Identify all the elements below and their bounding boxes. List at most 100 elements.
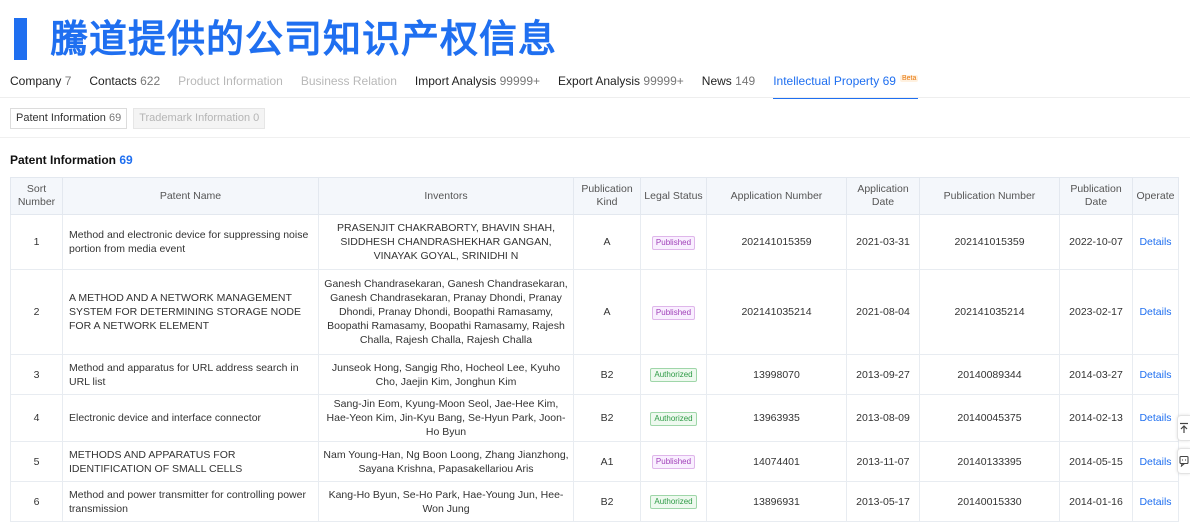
publication-number-cell: 20140089344	[919, 354, 1060, 395]
inventors-cell: Nam Young-Han, Ng Boon Loong, Zhang Jian…	[318, 441, 574, 482]
legal-status-cell: Authorized	[640, 354, 707, 395]
tab-news[interactable]: News 149	[702, 70, 755, 97]
publication-date-cell: 2014-02-13	[1059, 394, 1133, 442]
publication-date-cell: 2014-03-27	[1059, 354, 1133, 395]
details-link[interactable]: Details	[1139, 236, 1171, 248]
legal-status-cell: Authorized	[640, 481, 707, 522]
patent-name-cell: Electronic device and interface connecto…	[62, 394, 319, 442]
inventors-cell: Kang-Ho Byun, Se-Ho Park, Hae-Young Jun,…	[318, 481, 574, 522]
publication-kind-cell: B2	[573, 354, 641, 395]
application-number-cell: 202141035214	[706, 269, 847, 355]
publication-kind-cell: B2	[573, 394, 641, 442]
table-row: 2 A METHOD AND A NETWORK MANAGEMENT SYST…	[10, 269, 1179, 355]
tab-business-relation[interactable]: Business Relation	[301, 70, 397, 97]
inventors-cell: Ganesh Chandrasekaran, Ganesh Chandrasek…	[318, 269, 574, 355]
inventors-cell: PRASENJIT CHAKRABORTY, BHAVIN SHAH, SIDD…	[318, 214, 574, 270]
patent-name-cell: Method and power transmitter for control…	[62, 481, 319, 522]
publication-number-cell: 202141015359	[919, 214, 1060, 270]
details-link[interactable]: Details	[1139, 306, 1171, 318]
publication-date-cell: 2023-02-17	[1059, 269, 1133, 355]
publication-date-cell: 2014-01-16	[1059, 481, 1133, 522]
section-count: 69	[119, 153, 133, 167]
column-header-patent-name: Patent Name	[62, 177, 319, 215]
sort-number-cell: 5	[10, 441, 63, 482]
beta-badge: Beta	[899, 75, 919, 82]
status-badge: Published	[651, 455, 696, 469]
sort-number-cell: 6	[10, 481, 63, 522]
back-to-top-button[interactable]	[1177, 415, 1190, 441]
tab-count: 69	[882, 74, 896, 88]
application-date-cell: 2013-09-27	[846, 354, 920, 395]
tab-count: 7	[64, 74, 72, 88]
patent-name-cell: METHODS AND APPARATUS FOR IDENTIFICATION…	[62, 441, 319, 482]
publication-number-cell: 20140015330	[919, 481, 1060, 522]
tab-count: 149	[735, 74, 756, 88]
operate-cell: Details	[1132, 354, 1179, 395]
tab-export-analysis[interactable]: Export Analysis 99999+	[558, 70, 684, 97]
column-header-operate: Operate	[1132, 177, 1179, 215]
application-date-cell: 2021-03-31	[846, 214, 920, 270]
operate-cell: Details	[1132, 269, 1179, 355]
application-number-cell: 13896931	[706, 481, 847, 522]
column-header-sort-number: Sort Number	[10, 177, 63, 215]
operate-cell: Details	[1132, 214, 1179, 270]
tab-contacts[interactable]: Contacts 622	[89, 70, 160, 97]
back-to-top-icon	[1180, 422, 1188, 433]
column-header-legal-status: Legal Status	[640, 177, 707, 215]
publication-kind-cell: A	[573, 214, 641, 270]
column-header-application-date: Application Date	[846, 177, 920, 215]
operate-cell: Details	[1132, 441, 1179, 482]
details-link[interactable]: Details	[1139, 369, 1171, 381]
status-badge: Authorized	[650, 411, 697, 426]
tab-company[interactable]: Company 7	[10, 70, 71, 97]
table-row: 4 Electronic device and interface connec…	[10, 394, 1179, 442]
tabs-divider	[0, 97, 1190, 98]
details-link[interactable]: Details	[1139, 496, 1171, 508]
tab-product-information[interactable]: Product Information	[178, 70, 283, 97]
tab-import-analysis[interactable]: Import Analysis 99999+	[415, 70, 540, 97]
sort-number-cell: 2	[10, 269, 63, 355]
sub-tabs: Patent Information 69 Trademark Informat…	[10, 108, 271, 129]
publication-number-cell: 20140133395	[919, 441, 1060, 482]
operate-cell: Details	[1132, 481, 1179, 522]
publication-kind-cell: A1	[573, 441, 641, 482]
publication-date-cell: 2014-05-15	[1059, 441, 1133, 482]
subtab-patent-information[interactable]: Patent Information 69	[10, 108, 128, 129]
subtab-trademark-information[interactable]: Trademark Information 0	[133, 108, 266, 129]
tab-count: 622	[140, 74, 161, 88]
table-row: 3 Method and apparatus for URL address s…	[10, 354, 1179, 395]
application-date-cell: 2013-05-17	[846, 481, 920, 522]
inventors-cell: Sang-Jin Eom, Kyung-Moon Seol, Jae-Hee K…	[318, 394, 574, 442]
main-tabs: Company 7 Contacts 622 Product Informati…	[10, 70, 1190, 99]
inventors-cell: Junseok Hong, Sangig Rho, Hocheol Lee, K…	[318, 354, 574, 395]
application-date-cell: 2013-11-07	[846, 441, 920, 482]
column-header-publication-kind: Publication Kind	[573, 177, 641, 215]
publication-number-cell: 202141035214	[919, 269, 1060, 355]
publication-date-cell: 2022-10-07	[1059, 214, 1133, 270]
details-link[interactable]: Details	[1139, 412, 1171, 424]
publication-kind-cell: A	[573, 269, 641, 355]
table-row: 6 Method and power transmitter for contr…	[10, 481, 1179, 522]
column-header-publication-number: Publication Number	[919, 177, 1060, 215]
tab-intellectual-property[interactable]: Intellectual Property 69 Beta	[773, 70, 919, 99]
application-number-cell: 202141015359	[706, 214, 847, 270]
patent-name-cell: A METHOD AND A NETWORK MANAGEMENT SYSTEM…	[62, 269, 319, 355]
application-number-cell: 14074401	[706, 441, 847, 482]
sort-number-cell: 1	[10, 214, 63, 270]
application-number-cell: 13998070	[706, 354, 847, 395]
publication-kind-cell: B2	[573, 481, 641, 522]
table-row: 5 METHODS AND APPARATUS FOR IDENTIFICATI…	[10, 441, 1179, 482]
patent-table: Sort Number Patent Name Inventors Public…	[10, 177, 1179, 522]
column-header-application-number: Application Number	[706, 177, 847, 215]
publication-number-cell: 20140045375	[919, 394, 1060, 442]
legal-status-cell: Authorized	[640, 394, 707, 442]
details-link[interactable]: Details	[1139, 456, 1171, 468]
chat-button[interactable]	[1177, 448, 1190, 474]
patent-name-cell: Method and apparatus for URL address sea…	[62, 354, 319, 395]
title-accent-bar	[14, 18, 27, 60]
legal-status-cell: Published	[640, 269, 707, 355]
sort-number-cell: 4	[10, 394, 63, 442]
section-title: Patent Information 69	[10, 153, 133, 167]
tab-count: 99999+	[499, 74, 541, 88]
status-badge: Published	[651, 235, 696, 250]
